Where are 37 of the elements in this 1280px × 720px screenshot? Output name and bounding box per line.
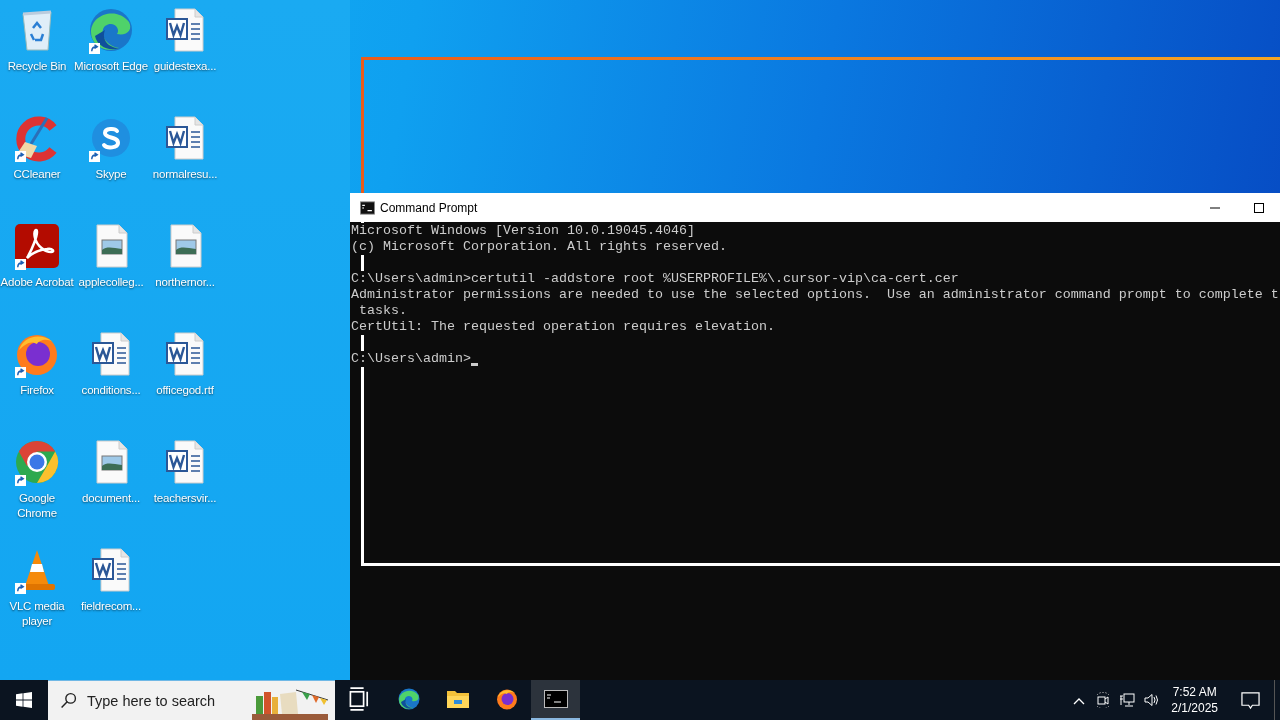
fox-globe-icon — [494, 687, 519, 711]
window-title: Command Prompt — [380, 200, 479, 215]
clock-button[interactable]: 7:52 AM 2/1/2025 — [1163, 680, 1226, 720]
desktop-icon-label[interactable]: Microsoft Edge — [74, 59, 148, 74]
camera-icon — [1095, 692, 1112, 708]
volume-icon — [1143, 692, 1160, 708]
desktop-icon-label[interactable]: document... — [74, 491, 148, 506]
desktop-icon-label[interactable]: VLC media player — [0, 599, 74, 629]
desktop-icon-label[interactable]: Recycle Bin — [0, 59, 74, 74]
desktop-icon-label[interactable]: guidestexa... — [148, 59, 222, 74]
console-app-icon — [360, 200, 375, 215]
desktop-icon-label[interactable]: applecolleg... — [74, 275, 148, 290]
books-illustration-icon — [252, 687, 328, 720]
swirl-logo-icon — [396, 687, 421, 711]
text-cursor — [471, 363, 478, 366]
desktop-icon-label[interactable]: Google Chrome — [0, 491, 74, 521]
desktop-icon-label[interactable]: officegod.rtf — [148, 383, 222, 398]
document-logo-icon[interactable] — [13, 222, 61, 270]
desktop-icon-label[interactable]: normalresu... — [148, 167, 222, 182]
swirl-logo-icon[interactable] — [87, 6, 135, 54]
desktop-icon-label[interactable]: northernor... — [148, 275, 222, 290]
search-field[interactable]: Type here to search — [87, 692, 252, 709]
network-icon — [1119, 692, 1136, 708]
search-icon — [60, 692, 77, 709]
desktop-icon-label[interactable]: CCleaner — [0, 167, 74, 182]
desktop-icon-label[interactable]: Firefox — [0, 383, 74, 398]
desktop-icon-label[interactable]: conditions... — [74, 383, 148, 398]
message-icon — [1240, 690, 1260, 710]
console-app-icon — [543, 687, 568, 711]
desktop-icon-label[interactable]: Skype — [74, 167, 148, 182]
chrome-ball-icon[interactable] — [13, 438, 61, 486]
desktop-icon-label[interactable]: Adobe Acrobat — [0, 275, 74, 290]
maximize-icon — [1254, 202, 1264, 213]
windows-logo-icon — [16, 692, 32, 708]
taskbar-button[interactable] — [531, 680, 580, 720]
desktop-icon-label[interactable]: teachersvir... — [148, 491, 222, 506]
desktop-icon-label[interactable]: fieldrecom... — [74, 599, 148, 614]
